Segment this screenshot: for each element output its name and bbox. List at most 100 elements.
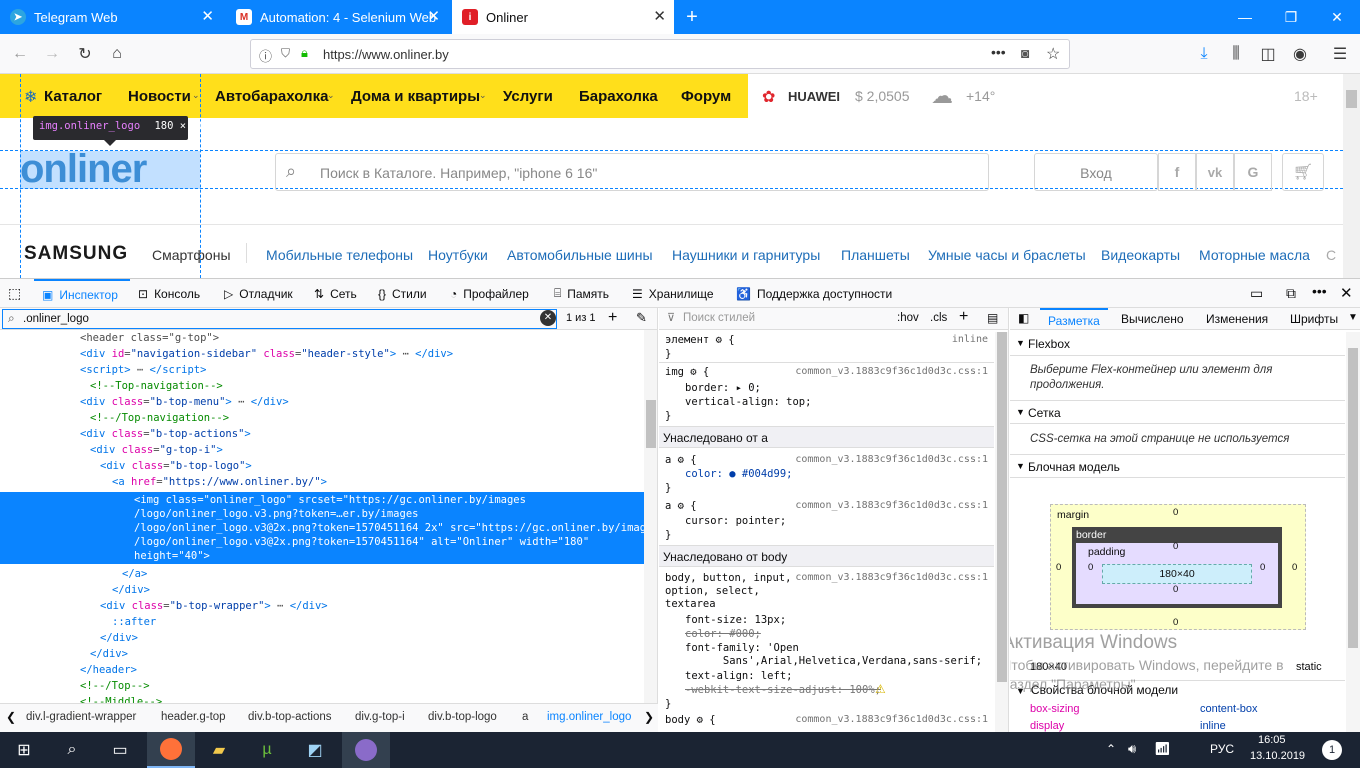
vk-button[interactable]: vk — [1196, 153, 1234, 191]
markup-node[interactable]: <div id="navigation-sidebar" class="head… — [0, 346, 645, 362]
menu-forum[interactable]: Форум — [681, 88, 731, 105]
utorrent-icon[interactable]: µ — [243, 732, 291, 768]
shield-icon[interactable]: ⛉ — [281, 46, 290, 61]
tab-inspector[interactable]: ▣ Инспектор — [34, 279, 130, 308]
promo-label[interactable]: Смартфоны — [152, 247, 231, 263]
search-icon[interactable]: ⌕ — [48, 732, 96, 768]
margin-left-value[interactable]: 0 — [1056, 562, 1061, 573]
breadcrumb-item[interactable]: a — [522, 711, 528, 723]
chevron-left-icon[interactable]: ❮ — [6, 710, 16, 724]
menu-news[interactable]: Новости — [128, 88, 191, 105]
markup-node[interactable]: </header> — [0, 662, 645, 678]
app-icon[interactable]: ◩ — [291, 732, 339, 768]
markup-node[interactable]: <div class="g-top-i"> — [0, 442, 645, 458]
onliner-logo[interactable]: onliner — [20, 147, 147, 192]
rule-prop[interactable]: font-size: 13px; — [685, 614, 786, 626]
margin-right-value[interactable]: 0 — [1292, 562, 1297, 573]
firefox-icon[interactable] — [147, 732, 195, 768]
toggle-pane-icon[interactable]: ◧ — [1018, 311, 1029, 325]
rule-source[interactable]: common_v3.1883c9f36c1d0d3c.css:1 — [795, 366, 988, 377]
app-icon[interactable] — [342, 732, 390, 768]
cls-toggle[interactable]: .cls — [930, 312, 947, 324]
markup-node[interactable]: <div class="b-top-actions"> — [0, 426, 645, 442]
tab-profiler[interactable]: ◔ Профайлер — [450, 279, 529, 308]
page-actions-icon[interactable]: ••• — [991, 44, 1006, 60]
notifications-badge[interactable]: 1 — [1322, 740, 1342, 760]
rule-source[interactable]: common_v3.1883c9f36c1d0d3c.css:1 — [795, 572, 988, 583]
minimize-icon[interactable]: — — [1222, 0, 1268, 34]
rule-source[interactable]: inline — [952, 334, 988, 345]
google-button[interactable]: G — [1234, 153, 1272, 191]
tab-memory[interactable]: ⌸ Память — [554, 279, 609, 308]
rule-prop-overridden[interactable]: color: #000; — [685, 628, 761, 640]
breadcrumb-item[interactable]: div.b-top-actions — [248, 711, 332, 723]
flexbox-header[interactable]: ▼ Flexbox — [1010, 332, 1345, 356]
margin-bottom-value[interactable]: 0 — [1173, 617, 1178, 628]
restore-icon[interactable]: ❐ — [1268, 0, 1314, 34]
breadcrumb-item[interactable]: div.g-top-i — [355, 711, 405, 723]
grid-header[interactable]: ▼ Сетка — [1010, 400, 1345, 424]
breadcrumb-item-selected[interactable]: img.onliner_logo — [547, 711, 631, 723]
tab-accessibility[interactable]: ♿ Поддержка доступности — [736, 279, 892, 308]
scroll-thumb[interactable] — [1346, 90, 1357, 108]
category-link[interactable]: Моторные масла — [1199, 247, 1310, 263]
selected-node-line[interactable]: <img class="onliner_logo" srcset="https:… — [0, 493, 645, 507]
tab-gmail[interactable]: M Automation: 4 - Selenium Web ✕ — [226, 0, 448, 34]
breadcrumb-item[interactable]: div.l-gradient-wrapper — [26, 711, 136, 723]
rule-prop[interactable]: vertical-align: top; — [685, 396, 811, 408]
weather-temp[interactable]: +14° — [966, 88, 995, 104]
url-text[interactable]: https://www.onliner.by — [323, 47, 449, 62]
markup-node[interactable]: <!--Middle--> — [0, 694, 645, 703]
box-border[interactable]: border padding 180×40 — [1072, 527, 1282, 608]
rule-prop[interactable]: text-align: left; — [685, 670, 792, 682]
scroll-thumb[interactable] — [997, 332, 1007, 682]
windows-start-icon[interactable]: ⊞ — [0, 732, 48, 768]
close-window-icon[interactable]: ✕ — [1314, 0, 1360, 34]
close-tab-icon[interactable]: ✕ — [653, 9, 666, 24]
catalog-search[interactable]: ⌕ Поиск в Каталоге. Например, "iphone 6 … — [275, 153, 989, 191]
selected-node-line[interactable]: height="40"> — [0, 549, 645, 563]
category-link[interactable]: Наушники и гарнитуры — [672, 247, 820, 263]
sidebar-icon[interactable]: ◫ — [1256, 42, 1280, 66]
close-tab-icon[interactable]: ✕ — [427, 9, 440, 24]
markup-node[interactable]: <header class="g-top"> — [0, 330, 645, 346]
boxmodel-header[interactable]: ▼ Блочная модель — [1010, 454, 1345, 478]
markup-node[interactable]: <div class="b-top-wrapper"> ⋯ </div> — [0, 598, 645, 614]
huawei-brand[interactable]: HUAWEI — [788, 89, 840, 104]
volume-icon[interactable]: 🔊︎ — [1128, 741, 1136, 757]
menu-services[interactable]: Услуги — [503, 88, 553, 105]
tab-style-editor[interactable]: {} Стили — [378, 279, 427, 308]
menu-autobaraholka[interactable]: Автобарахолка — [215, 88, 328, 105]
category-link[interactable]: Мобильные телефоны — [266, 247, 413, 263]
dock-icon[interactable]: ⧉ — [1286, 285, 1296, 302]
language-indicator[interactable]: РУС — [1210, 742, 1234, 756]
clear-search-icon[interactable]: ✕ — [540, 310, 556, 326]
home-icon[interactable]: ⌂ — [105, 42, 129, 66]
prop-value[interactable]: inline — [1200, 720, 1226, 732]
markup-node[interactable]: <script> ⋯ </script> — [0, 362, 645, 378]
clock-time[interactable]: 16:05 — [1258, 734, 1286, 746]
network-icon[interactable]: 📶︎ — [1154, 741, 1171, 757]
scroll-thumb[interactable] — [646, 400, 656, 448]
category-link[interactable]: Ноутбуки — [428, 247, 488, 263]
markup-node[interactable]: <div class="b-top-menu"> ⋯ </div> — [0, 394, 645, 410]
menu-baraholka[interactable]: Барахолка — [579, 88, 658, 105]
box-props-header[interactable]: ▼ Свойства блочной модели — [1016, 683, 1178, 697]
cart-icon[interactable]: 🛒︎ — [1282, 153, 1324, 191]
url-bar[interactable]: ⓘ ⛉ 🔒︎ https://www.onliner.by ••• ◙ ☆ — [250, 39, 1070, 69]
menu-realty[interactable]: Дома и квартиры — [351, 88, 480, 105]
tab-telegram[interactable]: ➤ Telegram Web ✕ — [0, 0, 222, 34]
scroll-thumb[interactable] — [1348, 348, 1358, 648]
markup-scrollbar[interactable] — [644, 330, 657, 703]
reload-icon[interactable]: ↻ — [73, 42, 97, 66]
markup-search-input[interactable]: .onliner_logo ✕ — [2, 309, 557, 329]
file-explorer-icon[interactable]: ▰ — [195, 732, 243, 768]
layout-scrollbar[interactable] — [1346, 332, 1360, 732]
chevron-up-icon[interactable]: ⌃ — [1106, 742, 1116, 756]
split-console-icon[interactable]: ▭ — [1250, 285, 1263, 302]
markup-node[interactable]: </div> — [0, 630, 645, 646]
tab-debugger[interactable]: ▷ Отладчик — [224, 279, 293, 308]
bookmark-star-icon[interactable]: ☆ — [1046, 44, 1060, 64]
margin-top-value[interactable]: 0 — [1173, 507, 1178, 518]
rule-prop[interactable]: cursor: pointer; — [685, 515, 786, 527]
